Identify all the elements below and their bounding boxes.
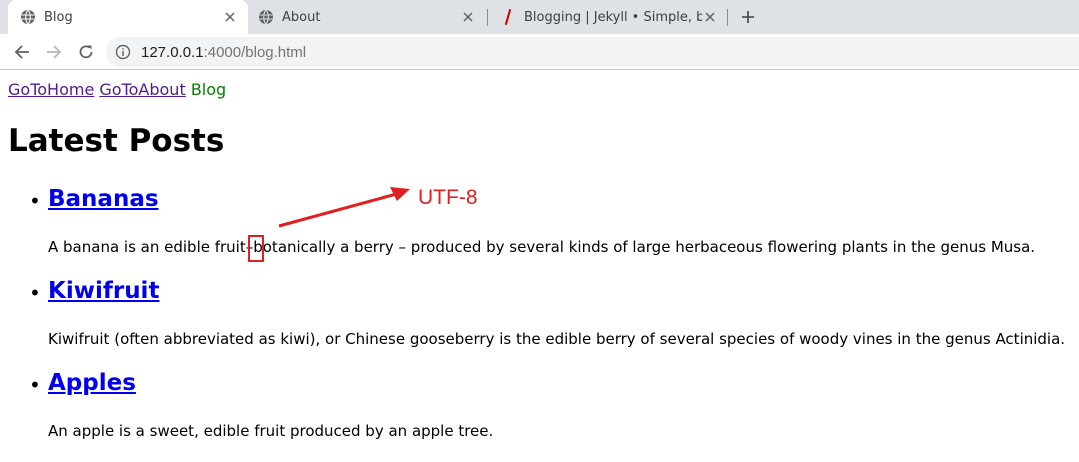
annotation-arrow — [278, 187, 410, 228]
annotation-highlight-box — [248, 235, 264, 262]
annotation-label: UTF-8 — [418, 186, 478, 209]
